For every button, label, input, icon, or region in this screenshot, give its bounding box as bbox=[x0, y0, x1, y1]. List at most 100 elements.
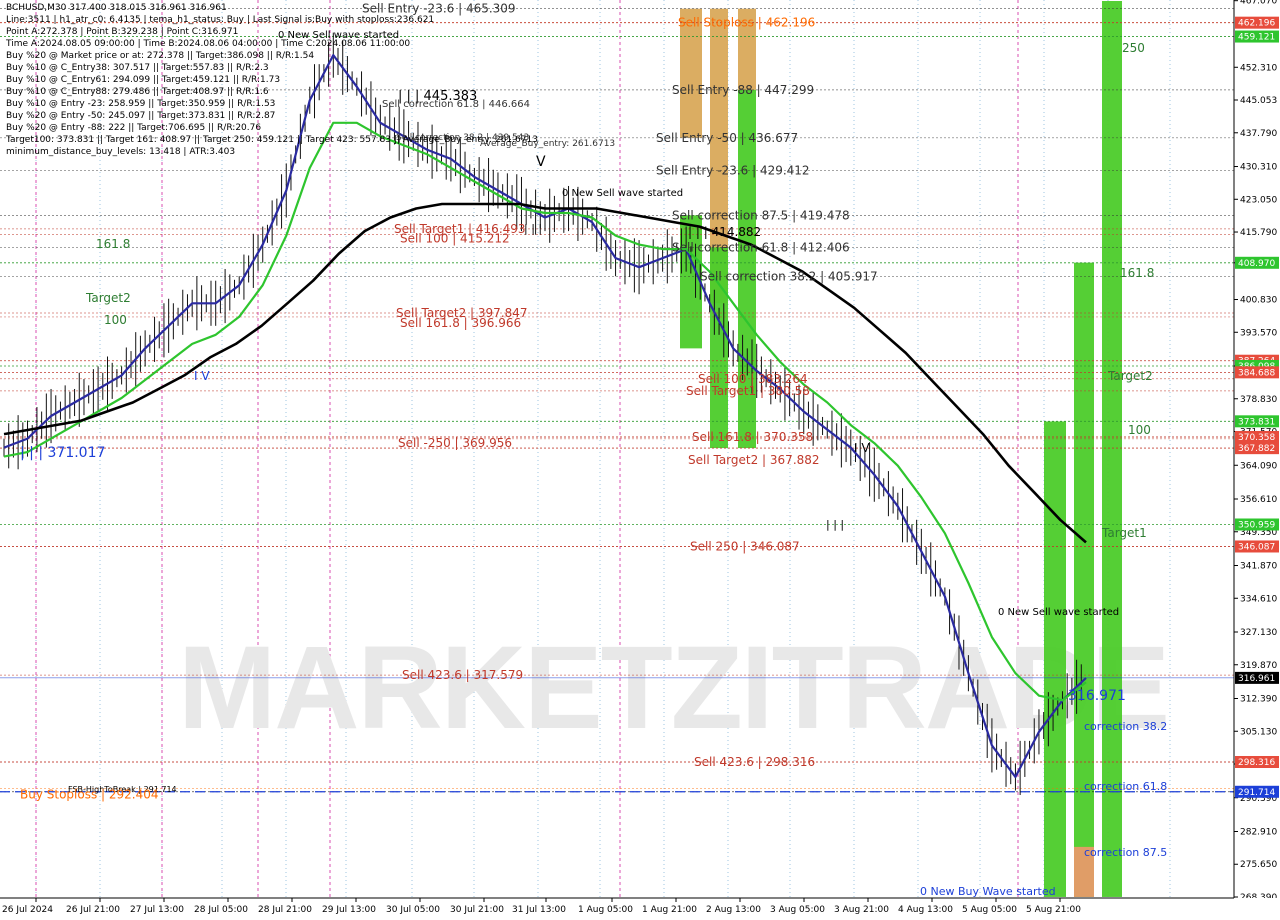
price-tag-label: 350.959 bbox=[1238, 521, 1275, 531]
y-tick-label: 430.310 bbox=[1240, 163, 1277, 173]
x-tick-label: 1 Aug 05:00 bbox=[578, 905, 633, 915]
y-tick-label: 364.090 bbox=[1240, 461, 1277, 471]
info-line: Point A:272.378 | Point B:329.238 | Poin… bbox=[6, 27, 239, 37]
x-tick-label: 26 Jul 21:00 bbox=[66, 905, 120, 915]
chart-annotation: | | | 414.882 bbox=[688, 225, 761, 239]
chart-annotation: Sell correction 61.8 | 446.664 bbox=[382, 99, 530, 110]
chart-annotation: correction 87.5 bbox=[1084, 846, 1167, 859]
chart-annotation: Target1 bbox=[1101, 526, 1147, 540]
price-tag-label: 316.961 bbox=[1238, 674, 1275, 684]
y-tick-label: 334.610 bbox=[1240, 594, 1277, 604]
level-label: Sell Stoploss | 462.196 bbox=[678, 16, 815, 30]
chart-annotation: | | | bbox=[826, 518, 844, 531]
info-line: Buy %20 @ Entry -88: 222 || Target:706.6… bbox=[6, 123, 262, 133]
symbol-header: BCHUSD,M30 317.400 318.015 316.961 316.9… bbox=[6, 3, 227, 13]
level-label: Sell Entry -88 | 447.299 bbox=[672, 83, 814, 97]
x-tick-label: 5 Aug 21:00 bbox=[1026, 905, 1081, 915]
chart-annotation: V bbox=[536, 154, 546, 170]
chart-annotation: 161.8 bbox=[96, 237, 130, 251]
chart-annotation: 0 New Sell wave started bbox=[562, 188, 683, 199]
y-tick-label: 452.310 bbox=[1240, 63, 1277, 73]
chart-window: MARKETZITRADE Sell Entry -23.6 | 465.309 S… bbox=[0, 0, 1280, 920]
price-tag-label: 459.121 bbox=[1238, 33, 1275, 43]
info-line: Buy %10 @ Entry -23: 258.959 || Target:3… bbox=[6, 99, 276, 109]
x-tick-label: 26 Jul 2024 bbox=[2, 905, 53, 915]
x-tick-label: 3 Aug 21:00 bbox=[834, 905, 889, 915]
level-label: Sell 250 | 346.087 bbox=[690, 539, 800, 553]
price-tag-label: 384.688 bbox=[1238, 368, 1275, 378]
x-tick-label: 29 Jul 13:00 bbox=[322, 905, 376, 915]
y-tick-label: 445.053 bbox=[1240, 96, 1277, 106]
price-tag-label: 373.831 bbox=[1238, 417, 1275, 427]
level-label: Sell 423.6 | 317.579 bbox=[402, 668, 523, 682]
x-tick-label: 2 Aug 13:00 bbox=[706, 905, 761, 915]
level-label: Sell 161.8 | 370.358 bbox=[692, 430, 813, 444]
x-tick-label: 28 Jul 05:00 bbox=[194, 905, 248, 915]
chart-annotation: Target2 bbox=[1107, 369, 1153, 383]
info-line: Buy %20 @ Market price or at: 272.378 ||… bbox=[6, 51, 315, 61]
chart-annotation: | | | bbox=[524, 222, 542, 235]
level-label: Sell correction 87.5 | 419.478 bbox=[672, 208, 850, 222]
chart-annotation: 0 New Buy Wave started bbox=[920, 885, 1056, 898]
y-tick-label: 467.070 bbox=[1240, 0, 1277, 7]
y-tick-label: 282.910 bbox=[1240, 827, 1277, 837]
y-tick-label: 437.790 bbox=[1240, 129, 1277, 139]
y-tick-label: 400.830 bbox=[1240, 296, 1277, 306]
x-tick-label: 28 Jul 21:00 bbox=[258, 905, 312, 915]
y-tick-label: 356.610 bbox=[1240, 495, 1277, 505]
chart-annotation: I V bbox=[194, 369, 210, 383]
y-tick-label: 319.870 bbox=[1240, 661, 1277, 671]
x-tick-label: 3 Aug 05:00 bbox=[770, 905, 825, 915]
info-line: Buy %10 @ C_Entry61: 294.099 || Target:4… bbox=[6, 75, 281, 85]
y-tick-label: 275.650 bbox=[1240, 860, 1277, 870]
price-tag-label: 291.714 bbox=[1238, 788, 1275, 798]
chart-annotation: 100 bbox=[1128, 423, 1151, 437]
price-tag-label: 408.970 bbox=[1238, 259, 1275, 269]
level-label: Sell Target2 | 367.882 bbox=[688, 453, 820, 467]
y-tick-label: 341.870 bbox=[1240, 562, 1277, 572]
level-label: Sell 100 | 415.212 bbox=[400, 232, 510, 246]
chart-annotation: 250 bbox=[1122, 41, 1145, 55]
info-line: Buy %10 @ C_Entry88: 279.486 || Target:4… bbox=[6, 87, 269, 97]
x-tick-label: 31 Jul 13:00 bbox=[512, 905, 566, 915]
watermark-text: MARKETZITRADE bbox=[178, 622, 1168, 754]
level-label: Sell correction 38.2 | 405.917 bbox=[700, 270, 878, 284]
x-tick-label: 5 Aug 05:00 bbox=[962, 905, 1017, 915]
x-tick-label: 30 Jul 21:00 bbox=[450, 905, 504, 915]
y-tick-label: 305.130 bbox=[1240, 727, 1277, 737]
level-label: Sell Entry -50 | 436.677 bbox=[656, 131, 798, 145]
time-axis bbox=[0, 898, 1280, 920]
x-tick-label: 30 Jul 05:00 bbox=[386, 905, 440, 915]
y-tick-label: 378.830 bbox=[1240, 395, 1277, 405]
x-tick-label: 4 Aug 13:00 bbox=[898, 905, 953, 915]
target-bar bbox=[1074, 262, 1094, 897]
price-tag-label: 370.358 bbox=[1238, 433, 1275, 443]
chart-annotation: 316.971 bbox=[1068, 688, 1126, 704]
level-label: Sell Target1 | 380.58 bbox=[686, 384, 810, 398]
y-tick-label: 312.390 bbox=[1240, 695, 1277, 705]
info-line: Buy %10 @ C_Entry38: 307.517 || Target:5… bbox=[6, 63, 269, 73]
price-tag-label: 367.882 bbox=[1238, 444, 1275, 454]
chart-annotation: correction 61.8 bbox=[1084, 780, 1167, 793]
y-tick-label: 393.570 bbox=[1240, 328, 1277, 338]
info-line: minimum_distance_buy_levels: 13.418 | AT… bbox=[6, 147, 236, 157]
info-line: Time A:2024.08.05 09:00:00 | Time B:2024… bbox=[6, 39, 411, 49]
level-label: Sell 423.6 | 298.316 bbox=[694, 755, 815, 769]
chart-annotation: 100 bbox=[104, 313, 127, 327]
y-tick-label: 415.790 bbox=[1240, 228, 1277, 238]
x-tick-label: 27 Jul 13:00 bbox=[130, 905, 184, 915]
price-tag-label: 462.196 bbox=[1238, 19, 1275, 29]
level-label: Sell correction 61.8 | 412.406 bbox=[672, 240, 850, 254]
target-bar bbox=[1102, 1, 1122, 897]
chart-annotation: correction 38.2 bbox=[1084, 720, 1167, 733]
chart-annotation: 0 New Sell wave started bbox=[998, 607, 1119, 618]
level-label: Sell -250 | 369.956 bbox=[398, 436, 512, 450]
target-bar bbox=[1044, 421, 1066, 897]
chart-annotation: | | | 371.017 bbox=[20, 445, 105, 461]
y-tick-label: 327.130 bbox=[1240, 628, 1277, 638]
level-label: Buy Stoploss | 292.404 bbox=[20, 788, 159, 802]
info-line: Buy %20 @ Entry -50: 245.097 || Target:3… bbox=[6, 111, 276, 121]
chart-annotation: Target2 bbox=[85, 291, 131, 305]
price-tag-label: 298.316 bbox=[1238, 758, 1275, 768]
chart-annotation: 161.8 bbox=[1120, 266, 1154, 280]
